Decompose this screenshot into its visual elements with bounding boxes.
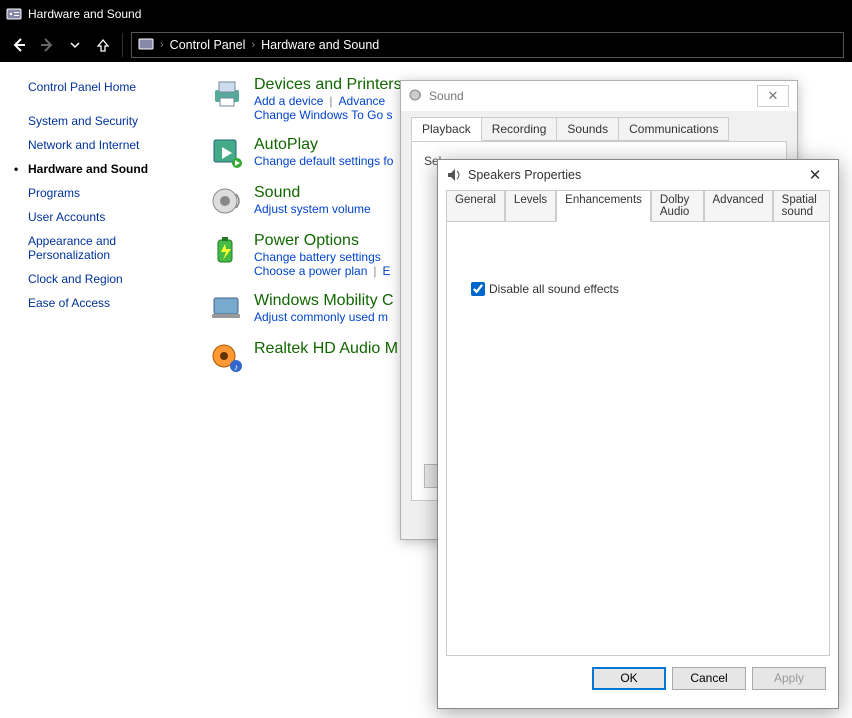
breadcrumb-hardware-sound[interactable]: Hardware and Sound (261, 38, 379, 52)
speakers-properties-dialog: Speakers Properties ✕ General Levels Enh… (437, 159, 839, 709)
tab-spatial-sound[interactable]: Spatial sound (773, 190, 830, 222)
category-title[interactable]: Devices and Printers (254, 76, 402, 94)
category-power-options: Power Options Change battery settings Ch… (200, 232, 402, 278)
sidebar-item-hardware-sound[interactable]: Hardware and Sound (28, 162, 200, 176)
crumb-sep-icon: › (160, 39, 164, 51)
dialog-button-row: OK Cancel Apply (446, 656, 830, 700)
sidebar-item-ease-of-access[interactable]: Ease of Access (28, 296, 200, 310)
disable-sound-effects-checkbox[interactable] (471, 282, 485, 296)
category-title[interactable]: AutoPlay (254, 136, 393, 154)
sidebar: Control Panel Home System and Security N… (0, 62, 200, 718)
speakers-dialog-titlebar[interactable]: Speakers Properties ✕ (438, 160, 838, 190)
link-windows-to-go[interactable]: Change Windows To Go s (254, 108, 393, 122)
category-sound: Sound Adjust system volume (200, 184, 402, 218)
svg-text:♪: ♪ (234, 362, 239, 372)
sidebar-item-programs[interactable]: Programs (28, 186, 200, 200)
sound-dialog-close-button[interactable]: ✕ (757, 85, 789, 107)
tab-playback[interactable]: Playback (411, 117, 482, 141)
disable-sound-effects-label[interactable]: Disable all sound effects (471, 282, 809, 296)
sidebar-item-network-internet[interactable]: Network and Internet (28, 138, 200, 152)
window-title: Hardware and Sound (28, 7, 141, 21)
window-titlebar: Hardware and Sound (0, 0, 852, 28)
category-title[interactable]: Realtek HD Audio M (254, 340, 398, 358)
navbar: › Control Panel › Hardware and Sound (0, 28, 852, 62)
nav-separator (122, 33, 123, 57)
enhancements-panel: Disable all sound effects (446, 221, 830, 656)
tab-sounds[interactable]: Sounds (556, 117, 619, 141)
category-title[interactable]: Power Options (254, 232, 391, 250)
crumb-sep-icon: › (251, 39, 255, 51)
nav-up-button[interactable] (92, 34, 114, 56)
category-title[interactable]: Windows Mobility C (254, 292, 394, 310)
tab-dolby-audio[interactable]: Dolby Audio (651, 190, 704, 222)
link-power-plan[interactable]: Choose a power plan (254, 264, 367, 278)
battery-icon (210, 232, 244, 266)
autoplay-icon (210, 136, 244, 170)
apply-button[interactable]: Apply (752, 667, 826, 690)
link-adjust-volume[interactable]: Adjust system volume (254, 202, 371, 216)
sound-dialog-title: Sound (429, 89, 464, 103)
tab-general[interactable]: General (446, 190, 505, 222)
speakers-dialog-close-button[interactable]: ✕ (800, 166, 830, 184)
tab-levels[interactable]: Levels (505, 190, 556, 222)
printer-icon (210, 76, 244, 110)
tab-advanced[interactable]: Advanced (704, 190, 773, 222)
ok-button[interactable]: OK (592, 667, 666, 690)
nav-history-dropdown[interactable] (64, 34, 86, 56)
category-autoplay: AutoPlay Change default settings fo (200, 136, 402, 170)
category-mobility-center: Windows Mobility C Adjust commonly used … (200, 292, 402, 326)
speaker-icon (210, 184, 244, 218)
sidebar-item-user-accounts[interactable]: User Accounts (28, 210, 200, 224)
link-battery-settings[interactable]: Change battery settings (254, 250, 381, 264)
control-panel-icon (6, 6, 22, 22)
sidebar-item-appearance[interactable]: Appearance and Personalization (28, 234, 158, 262)
address-bar[interactable]: › Control Panel › Hardware and Sound (131, 32, 844, 58)
realtek-icon: ♪ (210, 340, 244, 374)
sidebar-home[interactable]: Control Panel Home (28, 80, 200, 94)
nav-back-button[interactable] (8, 34, 30, 56)
mobility-icon (210, 292, 244, 326)
sidebar-item-clock-region[interactable]: Clock and Region (28, 272, 200, 286)
tab-enhancements[interactable]: Enhancements (556, 190, 651, 222)
tab-recording[interactable]: Recording (481, 117, 558, 141)
address-icon (138, 36, 154, 55)
category-realtek: ♪ Realtek HD Audio M (200, 340, 402, 374)
sound-dialog-tabs: Playback Recording Sounds Communications (411, 117, 787, 141)
sound-dialog-titlebar[interactable]: Sound ✕ (401, 81, 797, 111)
disable-sound-effects-text: Disable all sound effects (489, 282, 619, 296)
category-title[interactable]: Sound (254, 184, 371, 202)
nav-forward-button[interactable] (36, 34, 58, 56)
link-e[interactable]: E (383, 264, 391, 278)
link-mobility-adjust[interactable]: Adjust commonly used m (254, 310, 388, 324)
link-autoplay-defaults[interactable]: Change default settings fo (254, 154, 393, 168)
cancel-button[interactable]: Cancel (672, 667, 746, 690)
category-devices-printers: Devices and Printers Add a device| Advan… (200, 76, 402, 122)
tab-communications[interactable]: Communications (618, 117, 729, 141)
sound-dialog-icon (409, 88, 423, 105)
category-list: Devices and Printers Add a device| Advan… (200, 62, 402, 718)
link-add-device[interactable]: Add a device (254, 94, 323, 108)
breadcrumb-control-panel[interactable]: Control Panel (170, 38, 246, 52)
speakers-dialog-tabs: General Levels Enhancements Dolby Audio … (446, 190, 830, 222)
speakers-title-icon (446, 167, 462, 183)
link-advance[interactable]: Advance (339, 94, 386, 108)
sidebar-item-system-security[interactable]: System and Security (28, 114, 200, 128)
speakers-dialog-title: Speakers Properties (468, 168, 581, 182)
